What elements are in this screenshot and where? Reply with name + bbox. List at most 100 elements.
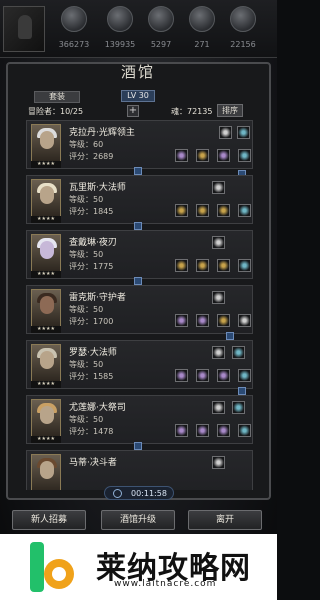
hero-score: 评分：1585: [69, 372, 114, 381]
ring-icon[interactable]: [217, 314, 230, 327]
watermark-logo-icon: [30, 542, 74, 592]
hero-portrait: [31, 399, 61, 439]
amulet-icon[interactable]: [238, 369, 251, 382]
scroll-icon[interactable]: [212, 181, 225, 194]
hero-stars: ★★★★: [31, 271, 61, 278]
ring-icon[interactable]: [217, 149, 230, 162]
hero-level: 等级：50: [69, 250, 104, 259]
panel-title: 酒馆: [120, 63, 155, 81]
amulet-icon[interactable]: [238, 259, 251, 272]
hero-score: 评分：1478: [69, 427, 114, 436]
hero-level: 等级：50: [69, 195, 104, 204]
slot-tag-icon: [226, 332, 234, 340]
scroll-icon[interactable]: [212, 236, 225, 249]
hero-stars: ★★★★: [31, 436, 61, 443]
dagger-icon[interactable]: [175, 259, 188, 272]
hero-card[interactable]: ★★★★ 尤莲娜·大祭司 等级：50 评分：1478: [26, 395, 253, 444]
game-screen: 366273 139935 5297 271 22156 酒馆 套装 LV 30…: [0, 0, 277, 600]
robe-icon[interactable]: [196, 424, 209, 437]
scroll-icon[interactable]: [212, 291, 225, 304]
adventurer-count: 冒险者：10/25: [28, 107, 84, 116]
add-slot-button[interactable]: +: [127, 105, 139, 117]
hero-card[interactable]: ★★★★ 罗瑟·大法师 等级：50 评分：1585: [26, 340, 253, 389]
robe-icon[interactable]: [196, 204, 209, 217]
tab-set[interactable]: 套装: [34, 91, 80, 103]
hero-level: 等级：50: [69, 360, 104, 369]
equip-tag-icon: [134, 222, 142, 230]
hero-name: 罗瑟·大法师: [69, 348, 117, 358]
hero-card[interactable]: ★★★★ 瓦里斯·大法师 等级：50 评分：1845: [26, 175, 253, 224]
hero-score: 评分：1775: [69, 262, 114, 271]
hero-portrait: [31, 179, 61, 219]
hero-stars: ★★★★: [31, 161, 61, 168]
resource-4-value: 271: [194, 40, 210, 49]
timer-value: 00:11:58: [131, 489, 167, 498]
dark-orb-icon: [230, 6, 256, 32]
ring-icon[interactable]: [217, 204, 230, 217]
resource-5-value: 22156: [230, 40, 256, 49]
hero-portrait: [31, 124, 61, 164]
hero-portrait: [31, 454, 61, 490]
staff-icon[interactable]: [175, 424, 188, 437]
armor-icon[interactable]: [196, 314, 209, 327]
boots-icon[interactable]: [232, 346, 245, 359]
adventurer-info-row: 冒险者：10/25 + 魂：72135: [28, 105, 248, 118]
staff-icon[interactable]: [175, 369, 188, 382]
hero-name: 瓦里斯·大法师: [69, 183, 126, 193]
hero-level: 等级：60: [69, 140, 104, 149]
hero-portrait: [31, 234, 61, 274]
armor-icon[interactable]: [196, 149, 209, 162]
watermark-url: www.laitnacre.com: [114, 579, 217, 589]
sort-button[interactable]: 排序: [217, 104, 243, 117]
amulet-icon[interactable]: [238, 149, 251, 162]
leave-button[interactable]: 离开: [188, 510, 262, 530]
resource-1: 366273: [54, 6, 94, 56]
resource-3: 5297: [141, 6, 181, 56]
resource-2: 139935: [100, 6, 140, 56]
hero-portrait: [31, 289, 61, 329]
scroll-icon[interactable]: [212, 346, 225, 359]
gold-orb-icon: [61, 6, 87, 32]
amulet-icon[interactable]: [238, 204, 251, 217]
sword-icon[interactable]: [175, 314, 188, 327]
recruit-button[interactable]: 新人招募: [12, 510, 86, 530]
hero-portrait: [31, 344, 61, 384]
hero-list[interactable]: ★★★★ 克拉丹·光辉领主 等级：60 评分：2689 ★★★★ 瓦里斯·大法师…: [26, 120, 253, 490]
hero-name: 雷克斯·守护者: [69, 293, 126, 303]
wand-icon[interactable]: [175, 204, 188, 217]
resource-1-value: 366273: [58, 40, 90, 49]
staff-icon[interactable]: [175, 149, 188, 162]
hero-card[interactable]: ★★★★ 克拉丹·光辉领主 等级：60 评分：2689: [26, 120, 253, 169]
hero-name: 尤莲娜·大祭司: [69, 403, 126, 413]
hero-name: 马蒂·决斗者: [69, 458, 117, 468]
shield-icon[interactable]: [238, 314, 251, 327]
resource-bar: 366273 139935 5297 271 22156: [0, 0, 277, 58]
boots-icon[interactable]: [237, 126, 250, 139]
hero-score: 评分：1700: [69, 317, 114, 326]
scroll-icon[interactable]: [219, 126, 232, 139]
robe-icon[interactable]: [196, 369, 209, 382]
hero-card[interactable]: ★★★★ 查戴琳·夜刃 等级：50 评分：1775: [26, 230, 253, 279]
resource-5: 22156: [223, 6, 263, 56]
upgrade-tavern-button[interactable]: 酒馆升级: [101, 510, 175, 530]
clock-icon: [113, 489, 122, 498]
boots-icon[interactable]: [232, 401, 245, 414]
hero-card[interactable]: ★★★★ 雷克斯·守护者 等级：50 评分：1700: [26, 285, 253, 334]
ring-icon[interactable]: [217, 424, 230, 437]
hero-name: 克拉丹·光辉领主: [69, 128, 135, 138]
armor-icon[interactable]: [196, 259, 209, 272]
equip-tag-icon: [134, 277, 142, 285]
hero-score: 评分：1845: [69, 207, 114, 216]
resource-4: 271: [182, 6, 222, 56]
hero-card[interactable]: 马蒂·决斗者: [26, 450, 253, 490]
hero-stars: ★★★★: [31, 381, 61, 388]
scroll-icon[interactable]: [212, 456, 225, 469]
player-avatar[interactable]: [3, 6, 45, 52]
amulet-icon[interactable]: [238, 424, 251, 437]
scroll-icon[interactable]: [212, 401, 225, 414]
ring-icon[interactable]: [217, 369, 230, 382]
hero-name: 查戴琳·夜刃: [69, 238, 117, 248]
ring-icon[interactable]: [217, 259, 230, 272]
gem-orb-icon: [148, 6, 174, 32]
slot-tag-icon: [238, 387, 246, 395]
